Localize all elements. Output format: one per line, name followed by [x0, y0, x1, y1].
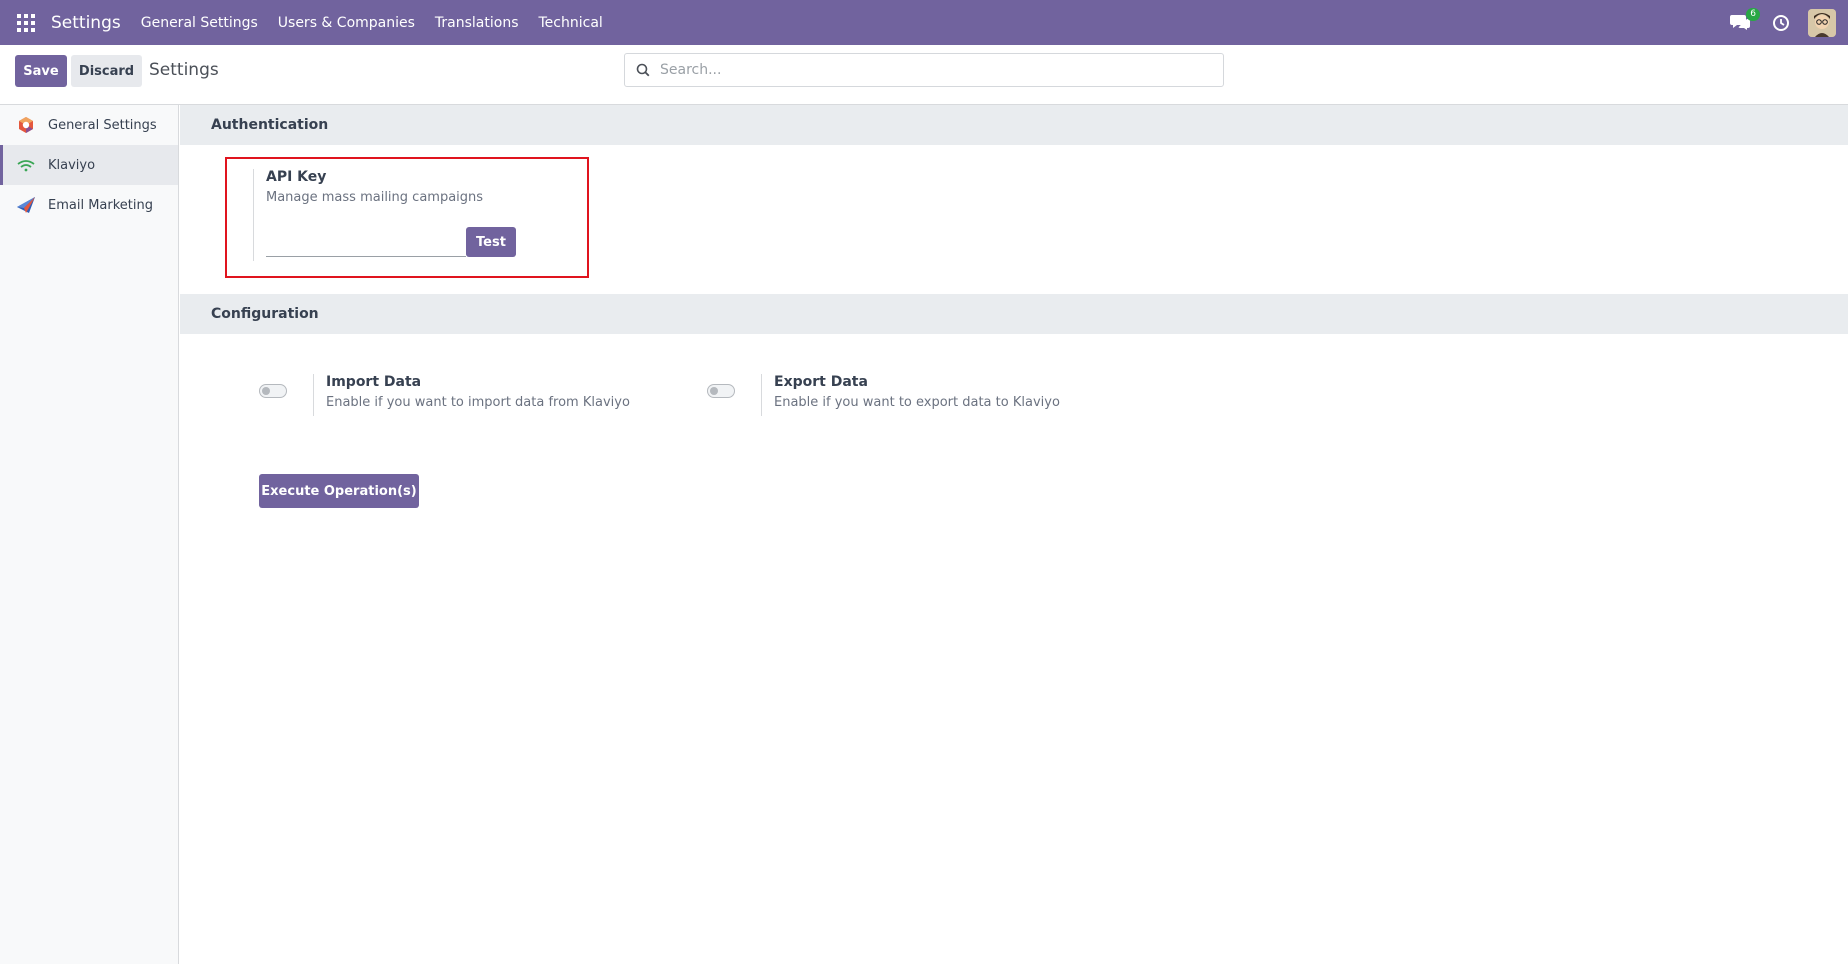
export-data-description: Enable if you want to export data to Kla…	[774, 395, 1060, 410]
top-menu: General Settings Users & Companies Trans…	[141, 15, 623, 31]
toggle-knob	[262, 387, 270, 395]
export-data-toggle[interactable]	[707, 384, 735, 398]
import-data-toggle[interactable]	[259, 384, 287, 398]
sidebar-item-label: General Settings	[48, 117, 157, 133]
execute-operations-button[interactable]: Execute Operation(s)	[259, 474, 419, 508]
api-key-setting: API Key Manage mass mailing campaigns Te…	[253, 169, 553, 261]
export-data-text: Export Data Enable if you want to export…	[761, 374, 1060, 416]
apps-grid-icon[interactable]	[17, 13, 35, 32]
menu-technical[interactable]: Technical	[539, 15, 603, 31]
sidebar-item-general-settings[interactable]: General Settings	[0, 105, 178, 145]
navbar-right: 6	[1730, 0, 1836, 45]
user-avatar[interactable]	[1808, 8, 1836, 37]
chat-count-badge: 6	[1746, 7, 1760, 21]
klaviyo-icon	[16, 155, 36, 175]
settings-sidebar: General Settings Klaviyo Email Marketing	[0, 105, 179, 964]
sidebar-item-label: Email Marketing	[48, 197, 153, 213]
menu-translations[interactable]: Translations	[435, 15, 519, 31]
top-navbar: Settings General Settings Users & Compan…	[0, 0, 1848, 45]
configuration-section: Import Data Enable if you want to import…	[180, 334, 1848, 634]
odoo-logo-icon	[16, 115, 36, 135]
paper-plane-icon	[16, 195, 36, 215]
import-data-setting: Import Data Enable if you want to import…	[259, 374, 630, 416]
import-data-label: Import Data	[326, 374, 422, 390]
configuration-heading: Configuration	[180, 294, 1848, 334]
page-title: Settings	[149, 60, 219, 80]
menu-general-settings[interactable]: General Settings	[141, 15, 258, 31]
menu-users-companies[interactable]: Users & Companies	[278, 15, 415, 31]
settings-main: Authentication API Key Manage mass maili…	[180, 105, 1848, 964]
test-button[interactable]: Test	[466, 227, 516, 257]
activity-clock-icon[interactable]	[1772, 14, 1790, 32]
api-key-input[interactable]	[266, 233, 466, 257]
chat-icon[interactable]: 6	[1730, 7, 1760, 33]
sidebar-item-email-marketing[interactable]: Email Marketing	[0, 185, 178, 225]
search-input[interactable]	[660, 62, 1200, 78]
discard-button[interactable]: Discard	[71, 55, 142, 87]
toggle-knob	[710, 387, 718, 395]
api-key-label: API Key	[266, 169, 327, 185]
authentication-section: API Key Manage mass mailing campaigns Te…	[180, 145, 1848, 294]
api-key-row: Test	[266, 227, 516, 257]
save-button[interactable]: Save	[15, 55, 67, 87]
sidebar-item-label: Klaviyo	[48, 157, 96, 173]
export-data-label: Export Data	[774, 374, 868, 390]
app-brand[interactable]: Settings	[51, 13, 121, 33]
search-icon	[636, 63, 650, 77]
sidebar-item-klaviyo[interactable]: Klaviyo	[0, 145, 178, 185]
import-data-description: Enable if you want to import data from K…	[326, 395, 630, 410]
api-key-description: Manage mass mailing campaigns	[266, 190, 484, 205]
authentication-heading: Authentication	[180, 105, 1848, 145]
api-key-highlight-box: API Key Manage mass mailing campaigns Te…	[225, 157, 589, 278]
control-panel: Save Discard Settings	[0, 45, 1848, 105]
import-data-text: Import Data Enable if you want to import…	[313, 374, 630, 416]
search-bar[interactable]	[624, 53, 1224, 87]
export-data-setting: Export Data Enable if you want to export…	[707, 374, 1060, 416]
